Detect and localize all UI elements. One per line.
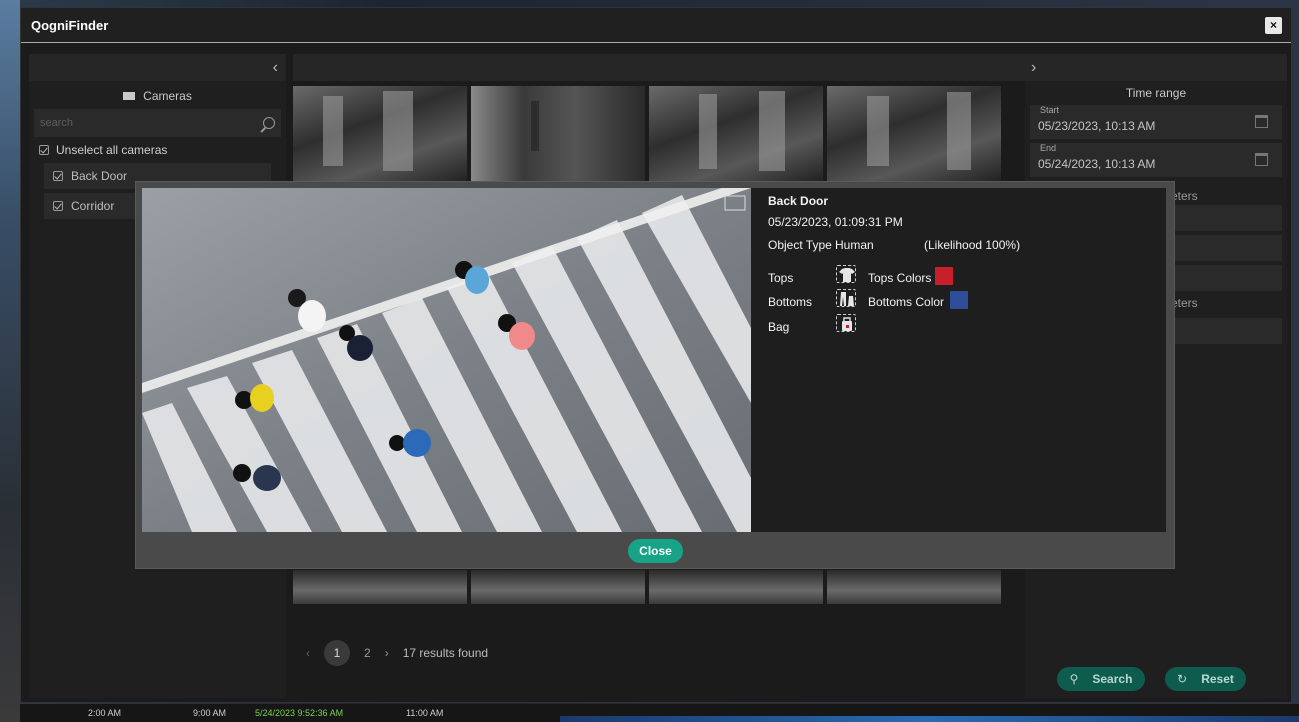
detail-timestamp: 05/23/2023, 01:09:31 PM — [768, 215, 903, 229]
unselect-all-cameras[interactable]: Unselect all cameras — [39, 143, 276, 157]
search-icon[interactable] — [263, 117, 275, 129]
collapse-left-icon[interactable]: ‹ — [273, 59, 278, 76]
result-thumbnail[interactable] — [827, 86, 1001, 181]
pagination: ‹ 1 2 › 17 results found — [306, 640, 488, 666]
bag-label: Bag — [768, 320, 790, 334]
timeline-label: 2:00 AM — [88, 708, 122, 718]
results-count: 17 results found — [402, 646, 489, 660]
window-close-button[interactable]: × — [1265, 17, 1282, 34]
results-panel-bar — [293, 54, 1025, 81]
detail-camera: Back Door — [768, 194, 829, 208]
expand-right-icon[interactable]: › — [1031, 59, 1036, 76]
prev-page-button[interactable]: ‹ — [306, 646, 310, 660]
likelihood-value: (Likelihood 100%) — [924, 238, 1021, 252]
bottoms-color-label: Bottoms Color — [868, 295, 945, 309]
detection-detail-modal: Back Door 05/23/2023, 01:09:31 PM Object… — [135, 181, 1175, 569]
result-thumbnail[interactable] — [471, 570, 645, 604]
reset-button-label: Reset — [1201, 672, 1234, 686]
timeline-label: 9:00 AM — [193, 708, 227, 718]
parameters-section-title: eters — [1171, 296, 1198, 310]
end-date-field[interactable]: End 05/24/2023, 10:13 AM — [1030, 143, 1282, 177]
start-date-field[interactable]: Start 05/23/2023, 10:13 AM — [1030, 105, 1282, 139]
taskbar-glow — [560, 716, 1299, 722]
bag-icon — [836, 314, 856, 332]
tops-color-swatch — [935, 267, 953, 285]
title-bar: QogniFinder — [21, 8, 1291, 43]
search-icon: ⚲ — [1069, 672, 1079, 686]
object-type-value: Human — [835, 238, 874, 252]
tops-label: Tops — [768, 271, 794, 285]
close-button[interactable]: Close — [628, 539, 683, 563]
search-button-label: Search — [1092, 672, 1133, 686]
end-label: End — [1040, 143, 1057, 153]
parameters-section-title: eters — [1171, 189, 1198, 203]
result-thumbnail[interactable] — [293, 86, 467, 181]
time-range-title: Time range — [1125, 86, 1187, 100]
object-type-label: Object Type — [768, 238, 832, 252]
pants-icon — [836, 289, 856, 307]
end-value: 05/24/2023, 10:13 AM — [1038, 157, 1156, 171]
unselect-all-label: Unselect all cameras — [56, 143, 168, 157]
camera-item-label: Corridor — [71, 199, 115, 213]
timeline-current-time: 5/24/2023 9:52:36 AM — [255, 708, 344, 718]
result-thumbnail[interactable] — [293, 570, 467, 604]
timeline-label: 11:00 AM — [406, 708, 444, 718]
shirt-icon — [836, 265, 856, 283]
checkbox-icon[interactable] — [53, 201, 63, 211]
start-value: 05/23/2023, 10:13 AM — [1038, 119, 1156, 133]
start-label: Start — [1040, 105, 1060, 115]
result-thumbnail[interactable] — [649, 570, 823, 604]
crosswalk-photo — [142, 188, 751, 532]
reset-button[interactable]: ↻ Reset — [1165, 667, 1246, 691]
camera-item-label: Back Door — [71, 169, 128, 183]
bottoms-label: Bottoms — [768, 295, 813, 309]
checkbox-icon[interactable] — [53, 171, 63, 181]
tops-colors-label: Tops Colors — [868, 271, 932, 285]
calendar-icon[interactable] — [1255, 115, 1268, 128]
app-title: QogniFinder — [31, 17, 109, 33]
search-button[interactable]: ⚲ Search — [1057, 667, 1145, 691]
result-thumbnail[interactable] — [471, 86, 645, 181]
next-page-button[interactable]: › — [385, 646, 389, 660]
cameras-header: Cameras — [29, 81, 286, 109]
bottoms-color-swatch — [950, 291, 968, 309]
detail-content: Back Door 05/23/2023, 01:09:31 PM Object… — [142, 188, 1166, 532]
desktop-left-strip — [0, 0, 20, 722]
result-thumbnail[interactable] — [649, 86, 823, 181]
result-thumbnail[interactable] — [827, 570, 1001, 604]
camera-search — [34, 109, 281, 137]
detection-image — [142, 188, 751, 532]
camera-search-input[interactable] — [40, 117, 263, 129]
reset-icon: ↻ — [1177, 672, 1188, 686]
camera-icon — [123, 92, 136, 100]
page-2-button[interactable]: 2 — [364, 646, 371, 660]
cameras-header-label: Cameras — [143, 89, 192, 103]
left-panel-bar: ‹ — [29, 54, 286, 81]
right-panel-bar: › — [1025, 54, 1287, 81]
calendar-icon[interactable] — [1255, 153, 1268, 166]
page-1-button[interactable]: 1 — [324, 640, 350, 666]
checkbox-icon[interactable] — [39, 145, 49, 155]
